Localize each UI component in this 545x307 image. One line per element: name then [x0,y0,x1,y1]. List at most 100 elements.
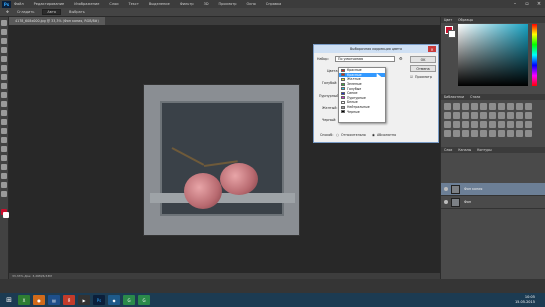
style-swatch[interactable] [462,112,469,119]
menu-3d[interactable]: 3D [204,2,209,6]
style-swatch[interactable] [444,112,451,119]
history-brush-tool-icon[interactable] [1,101,7,107]
tab-swatches[interactable]: Образцы [458,18,473,22]
maximize-icon[interactable]: ▫ [521,0,533,8]
style-swatch[interactable] [480,103,487,110]
style-swatch[interactable] [480,121,487,128]
style-swatch[interactable] [516,121,523,128]
menu-filter[interactable]: Фильтр [180,2,194,6]
style-swatch[interactable] [489,103,496,110]
style-swatch[interactable] [498,103,505,110]
app-icon[interactable]: G [138,295,150,305]
visibility-eye-icon[interactable] [444,187,448,191]
tab-paths[interactable]: Контуры [477,148,492,152]
chrome-icon[interactable]: ● [33,295,45,305]
menu-type[interactable]: Текст [129,2,139,6]
tab-color[interactable]: Цвет [444,18,452,22]
menu-edit[interactable]: Редактирование [34,2,65,6]
tab-libraries[interactable]: Библиотеки [444,95,464,99]
blur-tool-icon[interactable] [1,128,7,134]
menu-help[interactable]: Справка [266,2,281,6]
style-swatch[interactable] [444,103,451,110]
excel-icon[interactable]: X [18,295,30,305]
style-swatch[interactable] [453,130,460,137]
yandex-icon[interactable]: Я [63,295,75,305]
crop-tool-icon[interactable] [1,56,7,62]
app-icon[interactable]: ◆ [108,295,120,305]
color-picker-field[interactable] [458,24,528,86]
style-swatch[interactable] [507,112,514,119]
style-swatch[interactable] [489,112,496,119]
explorer-icon[interactable]: ▤ [48,295,60,305]
hue-slider[interactable] [532,24,537,86]
photoshop-taskbar-icon[interactable]: Ps [93,295,105,305]
style-swatch[interactable] [525,121,532,128]
stamp-tool-icon[interactable] [1,92,7,98]
style-swatch[interactable] [516,130,523,137]
auto-select-label[interactable]: Сгладить [17,10,34,14]
dialog-close-icon[interactable]: × [428,46,436,52]
style-swatch[interactable] [498,121,505,128]
minimize-icon[interactable]: – [509,0,521,8]
preview-checkbox[interactable]: ☑ [410,75,413,79]
media-icon[interactable]: ▶ [78,295,90,305]
hand-tool-icon[interactable] [1,182,7,188]
move-tool-icon[interactable]: ✥ [6,10,9,14]
lasso-tool-icon[interactable] [1,38,7,44]
style-swatch[interactable] [471,121,478,128]
healing-tool-icon[interactable] [1,74,7,80]
dodge-tool-icon[interactable] [1,137,7,143]
style-swatch[interactable] [444,121,451,128]
style-swatch[interactable] [507,103,514,110]
eyedropper-tool-icon[interactable] [1,65,7,71]
marquee-tool-icon[interactable] [1,29,7,35]
menu-file[interactable]: Файл [14,2,24,6]
menu-view[interactable]: Просмотр [219,2,237,6]
tab-channels[interactable]: Каналы [458,148,471,152]
menu-layers[interactable]: Слои [109,2,118,6]
panel-background-swatch[interactable] [448,30,456,38]
layer-row[interactable]: Фон [441,196,545,209]
style-swatch[interactable] [471,130,478,137]
tab-layers[interactable]: Слои [444,148,452,152]
style-swatch[interactable] [462,121,469,128]
style-swatch[interactable] [507,121,514,128]
menu-image[interactable]: Изображение [74,2,99,6]
style-swatch[interactable] [453,103,460,110]
style-swatch[interactable] [471,103,478,110]
eraser-tool-icon[interactable] [1,110,7,116]
gradient-tool-icon[interactable] [1,119,7,125]
style-swatch[interactable] [453,121,460,128]
color-option[interactable]: Черные [339,109,385,114]
style-swatch[interactable] [444,130,451,137]
style-swatch[interactable] [498,130,505,137]
style-swatch[interactable] [498,112,505,119]
style-swatch[interactable] [489,130,496,137]
preset-dropdown[interactable]: По умолчанию [335,56,395,62]
menu-window[interactable]: Окно [246,2,255,6]
windows-start-icon[interactable]: ⊞ [3,294,15,306]
app-icon[interactable]: G [123,295,135,305]
style-swatch[interactable] [507,130,514,137]
pen-tool-icon[interactable] [1,146,7,152]
style-swatch[interactable] [525,112,532,119]
close-icon[interactable]: × [533,0,545,8]
absolute-radio[interactable]: ◉ [372,133,375,137]
visibility-eye-icon[interactable] [444,200,448,204]
style-swatch[interactable] [525,130,532,137]
quick-select-tool-icon[interactable] [1,47,7,53]
style-swatch[interactable] [471,112,478,119]
style-swatch[interactable] [516,112,523,119]
system-clock[interactable]: 10:05 15.05.2015 [515,295,535,305]
document-image[interactable] [143,84,300,236]
ok-button[interactable]: OK [410,56,436,63]
zoom-tool-icon[interactable] [1,191,7,197]
menu-select[interactable]: Выделение [149,2,170,6]
style-swatch[interactable] [480,130,487,137]
style-swatch[interactable] [462,103,469,110]
relative-radio[interactable]: ○ [336,133,339,137]
shape-tool-icon[interactable] [1,173,7,179]
layer-row[interactable]: Фон копия [441,183,545,196]
style-swatch[interactable] [480,112,487,119]
tab-styles[interactable]: Стили [470,95,480,99]
